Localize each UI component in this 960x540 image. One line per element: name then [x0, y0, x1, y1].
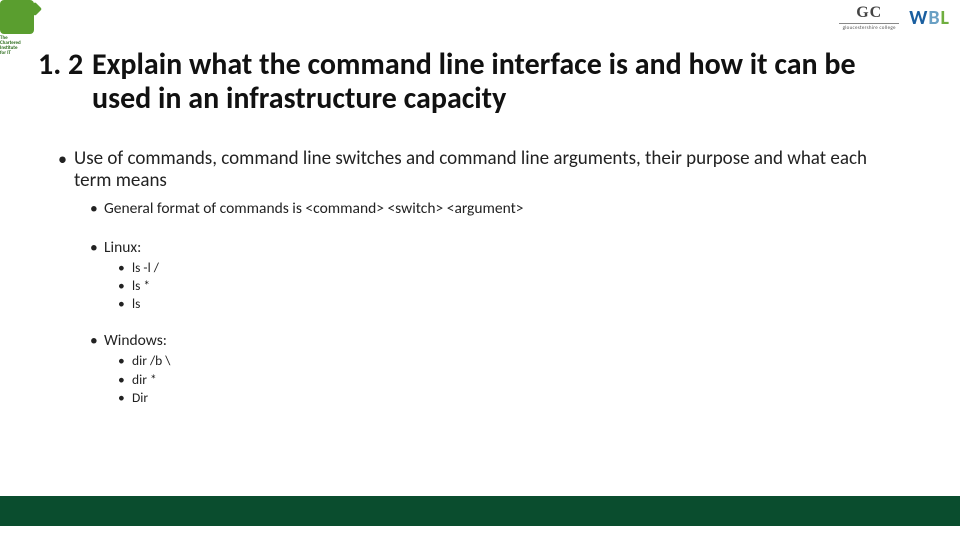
- bullet-text: Dir: [132, 389, 148, 407]
- sub-content: • General format of commands is <command…: [90, 199, 900, 407]
- bullet-text: Use of commands, command line switches a…: [74, 148, 900, 193]
- bullet-level-3: • ls: [118, 295, 900, 313]
- bcs-logo: The Chartered Institute for IT: [0, 0, 50, 40]
- slide-body: • Use of commands, command line switches…: [58, 148, 900, 425]
- wbl-logo: W B L: [909, 6, 950, 30]
- bullet-icon: •: [118, 352, 132, 370]
- bullet-icon: •: [90, 238, 104, 257]
- bullet-level-3: • ls *: [118, 277, 900, 295]
- bullet-level-3: • Dir: [118, 389, 900, 407]
- bullet-icon: •: [90, 331, 104, 350]
- title-number: 1. 2: [38, 48, 92, 115]
- linux-items: • ls -l / • ls * • ls: [118, 259, 900, 314]
- bullet-icon: •: [118, 277, 132, 295]
- bullet-text: Windows:: [104, 331, 167, 350]
- windows-items: • dir /b \ • dir * • Dir: [118, 352, 900, 407]
- header: The Chartered Institute for IT GC glouce…: [0, 0, 960, 38]
- wbl-letter-w: W: [909, 6, 928, 30]
- gc-logo-divider: [839, 23, 899, 24]
- bullet-icon: •: [118, 389, 132, 407]
- gc-logo-subtitle: gloucestershire college: [843, 25, 896, 31]
- title-text: Explain what the command line interface …: [92, 48, 920, 115]
- bullet-text: General format of commands is <command> …: [104, 199, 524, 218]
- bullet-level-2: • General format of commands is <command…: [90, 199, 900, 218]
- bullet-text: dir /b \: [132, 352, 171, 370]
- bullet-icon: •: [118, 259, 132, 277]
- gc-logo: GC gloucestershire college: [839, 4, 899, 31]
- bullet-icon: •: [118, 295, 132, 313]
- bullet-level-3: • dir *: [118, 371, 900, 389]
- gc-logo-initials: GC: [856, 4, 882, 22]
- footer-bar: [0, 496, 960, 526]
- bullet-level-2-windows: • Windows:: [90, 331, 900, 350]
- bullet-icon: •: [118, 371, 132, 389]
- wbl-letter-l: L: [941, 6, 950, 30]
- wbl-letter-b: B: [928, 6, 940, 30]
- bullet-level-2-linux: • Linux:: [90, 238, 900, 257]
- bullet-level-1: • Use of commands, command line switches…: [58, 148, 900, 193]
- bullet-text: dir *: [132, 371, 157, 389]
- bullet-text: Linux:: [104, 238, 141, 257]
- bullet-icon: •: [90, 199, 104, 218]
- slide: The Chartered Institute for IT GC glouce…: [0, 0, 960, 540]
- bullet-icon: •: [58, 148, 74, 193]
- slide-title: 1. 2 Explain what the command line inter…: [38, 48, 920, 115]
- bullet-level-3: • dir /b \: [118, 352, 900, 370]
- bullet-text: ls *: [132, 277, 150, 295]
- bcs-logo-square-icon: [0, 0, 34, 34]
- bullet-level-3: • ls -l /: [118, 259, 900, 277]
- bullet-text: ls: [132, 295, 140, 313]
- right-logos: GC gloucestershire college W B L: [839, 4, 950, 31]
- bullet-text: ls -l /: [132, 259, 159, 277]
